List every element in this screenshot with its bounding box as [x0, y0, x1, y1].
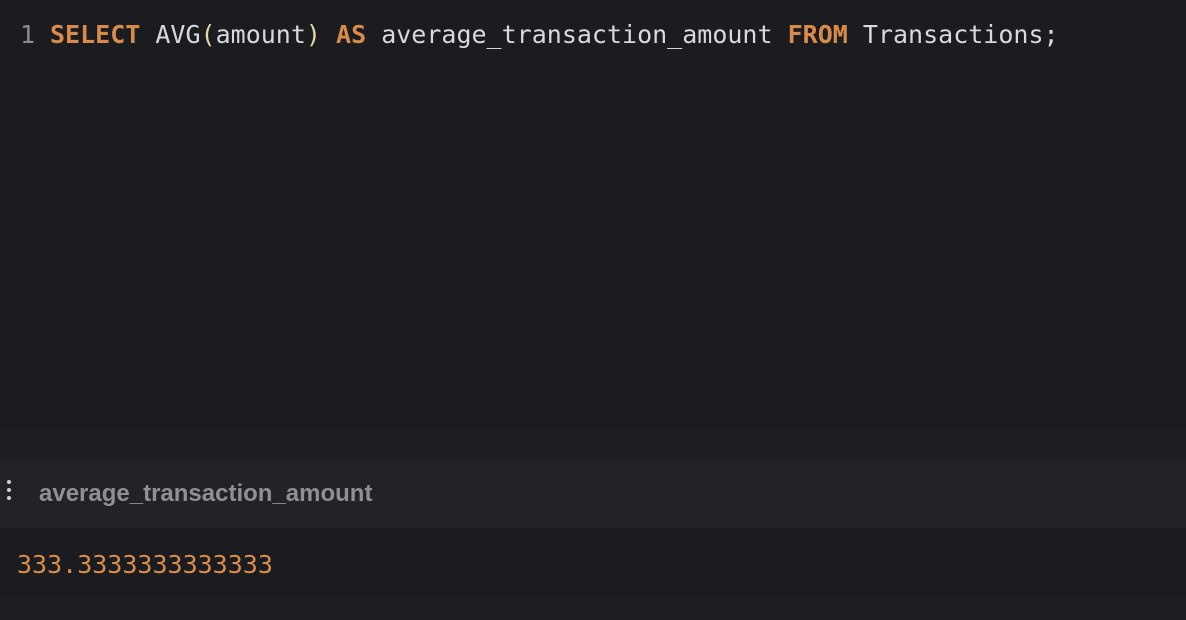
results-footer	[0, 598, 1186, 620]
alias-name: average_transaction_amount	[381, 19, 773, 49]
keyword-as: AS	[336, 19, 367, 49]
keyword-select: SELECT	[50, 19, 141, 49]
close-paren: )	[305, 19, 321, 49]
line-number: 1	[20, 19, 36, 49]
sql-workspace: 1 SELECT AVG ( amount ) AS average_trans…	[0, 0, 1186, 620]
table-row[interactable]: 333.3333333333333	[0, 528, 1186, 598]
result-cell[interactable]: 333.3333333333333	[17, 550, 273, 580]
sql-editor[interactable]: 1 SELECT AVG ( amount ) AS average_trans…	[0, 0, 1186, 430]
column-amount: amount	[215, 19, 306, 49]
results-panel: average_transaction_amount 333.333333333…	[0, 460, 1186, 620]
code-line-1[interactable]: 1 SELECT AVG ( amount ) AS average_trans…	[0, 14, 1059, 54]
table-name: Transactions;	[862, 19, 1059, 49]
column-header[interactable]: average_transaction_amount	[39, 480, 372, 508]
open-paren: (	[200, 19, 216, 49]
panel-divider[interactable]	[0, 430, 1186, 460]
vertical-dots-icon[interactable]	[5, 480, 13, 500]
results-header: average_transaction_amount	[0, 460, 1186, 528]
function-avg: AVG	[155, 19, 201, 49]
keyword-from: FROM	[787, 19, 848, 49]
